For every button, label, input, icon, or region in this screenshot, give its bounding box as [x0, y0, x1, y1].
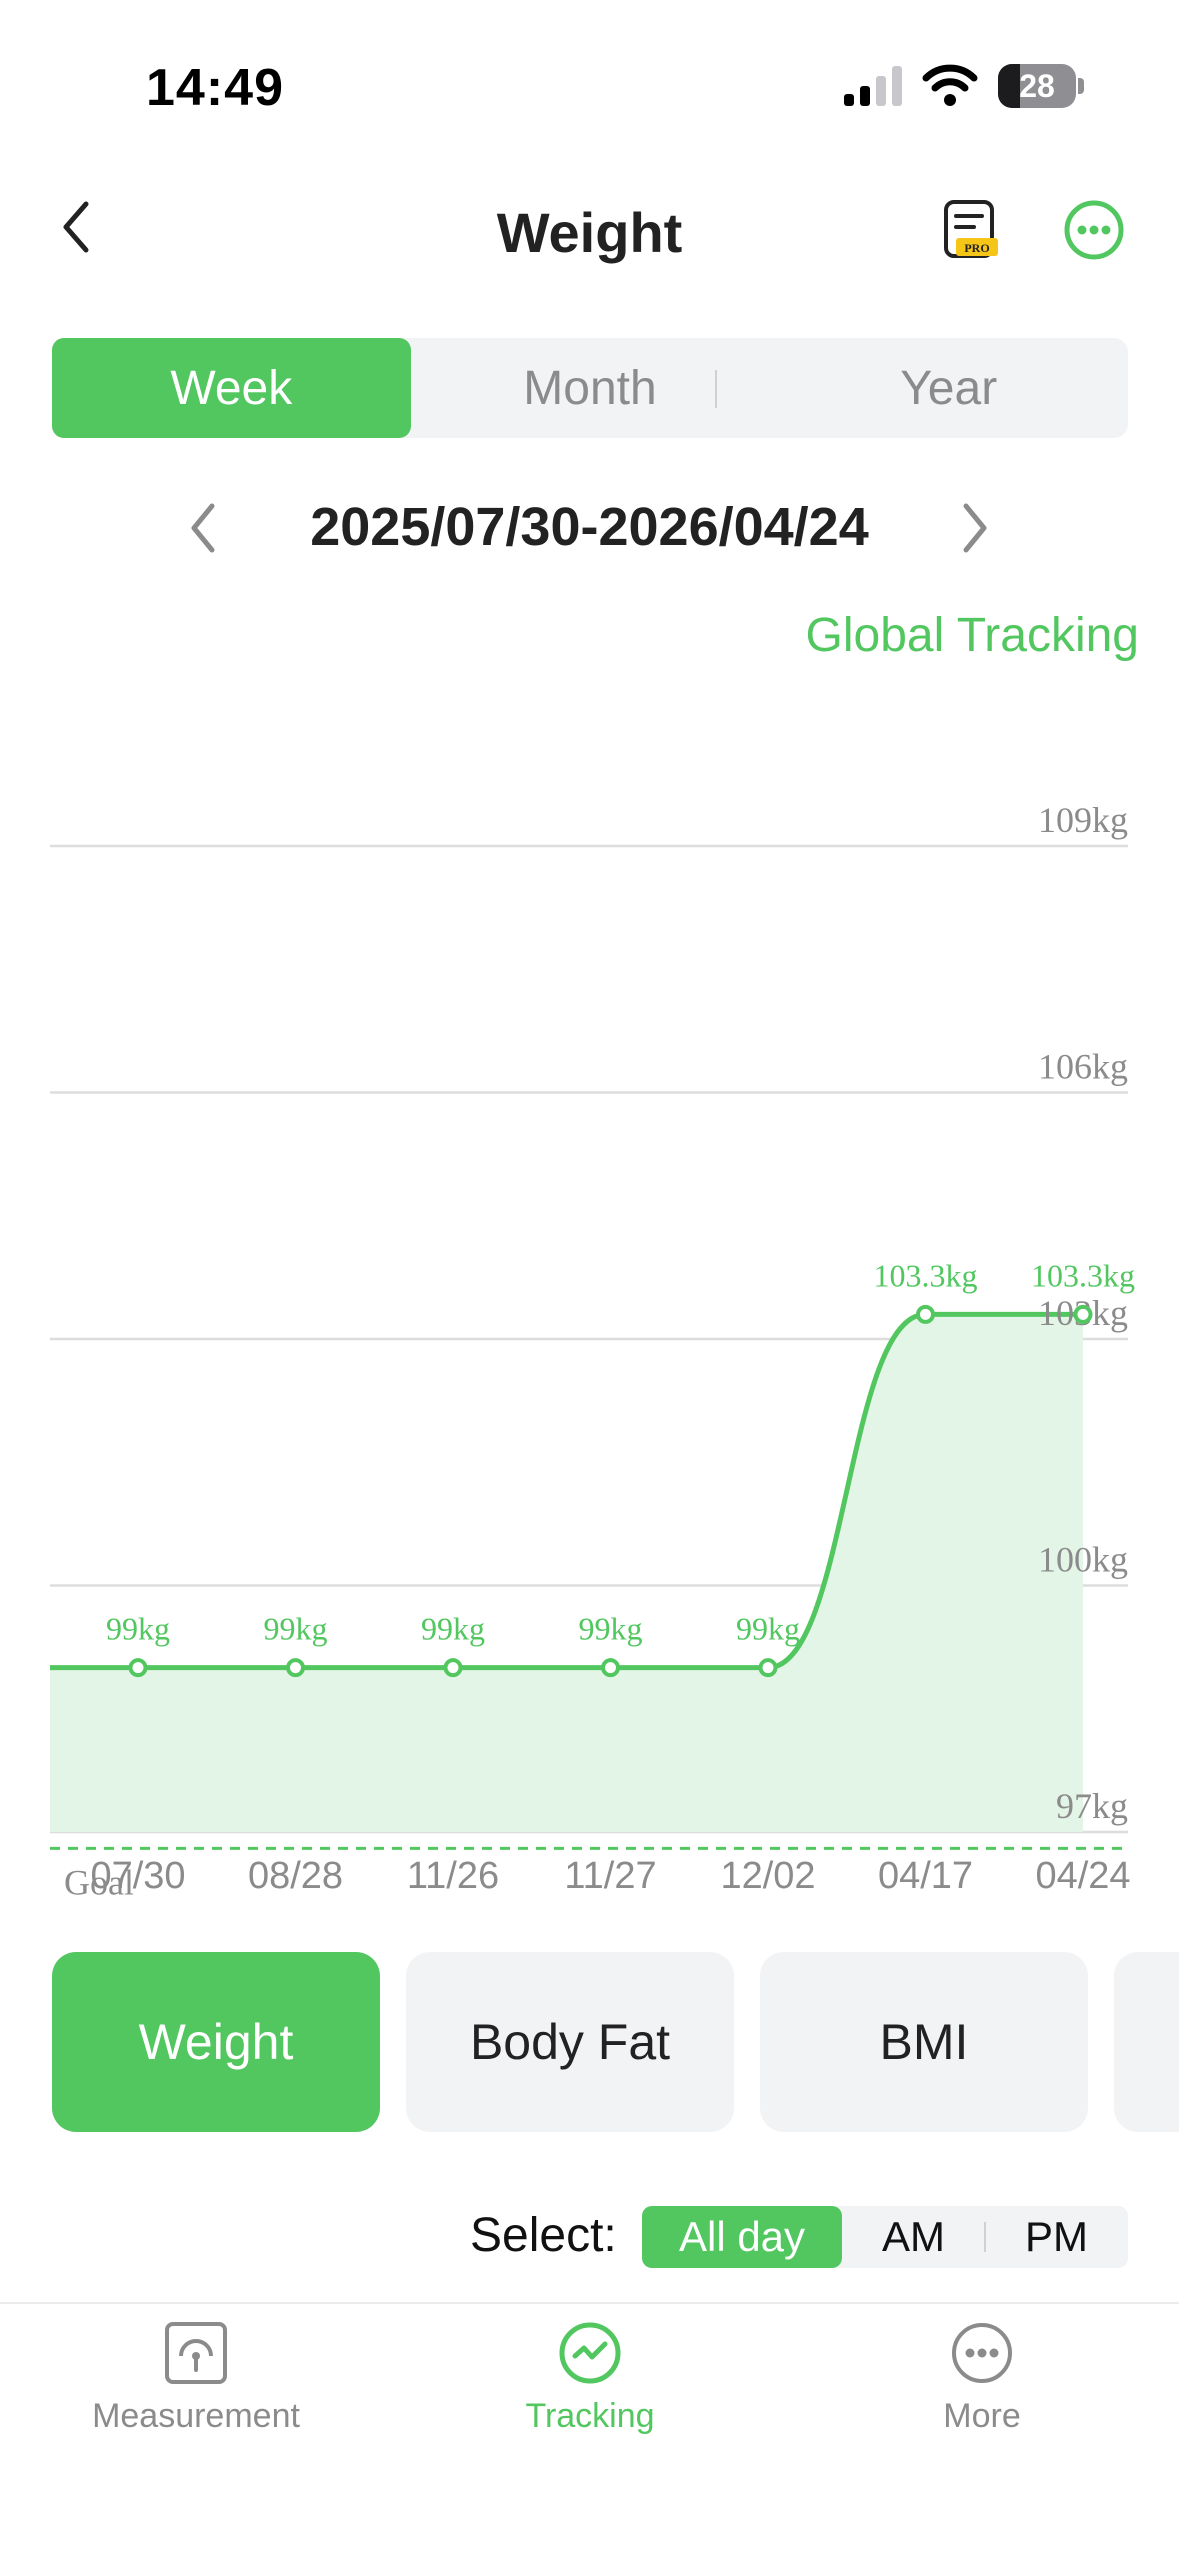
page-title: Weight [496, 201, 683, 264]
data-point[interactable] [128, 1658, 148, 1678]
nav-measurement-label: Measurement [92, 2397, 300, 2435]
select-label: Select: [470, 2209, 617, 2262]
x-tick-label: 08/28 [248, 1855, 343, 1897]
option-pm[interactable]: PM [985, 2206, 1128, 2268]
data-label: 103.3kg [874, 1257, 978, 1293]
time-of-day-selector: All day AM PM [642, 2206, 1128, 2268]
nav-tracking[interactable]: Tracking [440, 2320, 740, 2436]
x-tick-label: 04/24 [1035, 1855, 1130, 1897]
more-options-icon[interactable] [1062, 198, 1126, 262]
x-tick-label: 11/27 [564, 1855, 656, 1897]
more-icon [952, 2323, 1012, 2383]
metric-body-fat-button[interactable]: Body Fat [406, 1952, 734, 2132]
data-label: 99kg [106, 1611, 170, 1647]
status-time: 14:49 [146, 59, 284, 117]
battery-cap [1078, 78, 1084, 94]
y-tick-label: 97kg [1056, 1786, 1128, 1826]
metric-bmi-button[interactable]: BMI [760, 1952, 1088, 2132]
option-all-day[interactable]: All day [642, 2206, 842, 2268]
svg-text:PRO: PRO [964, 241, 989, 255]
tab-week[interactable]: Week [52, 338, 411, 438]
data-point[interactable] [916, 1304, 935, 1324]
bottom-nav-divider [0, 2302, 1179, 2304]
chart-area-fill [50, 1314, 1083, 1832]
period-segmented-control: Week Month Year [52, 338, 1128, 438]
nav-more-label: More [943, 2397, 1021, 2435]
option-am[interactable]: AM [842, 2206, 985, 2268]
data-label: 99kg [736, 1611, 800, 1647]
segment-divider [715, 370, 717, 408]
tracking-icon [559, 2322, 621, 2384]
report-pro-icon[interactable]: PRO [942, 198, 1002, 262]
x-tick-label: 07/30 [90, 1855, 185, 1897]
data-label: 99kg [421, 1611, 485, 1647]
global-tracking-link[interactable]: Global Tracking [806, 608, 1140, 663]
data-label: 103.3kg [1031, 1257, 1135, 1293]
scale-icon [165, 2322, 227, 2384]
metric-next-button-partial[interactable] [1114, 1952, 1179, 2132]
data-label: 99kg [579, 1611, 643, 1647]
date-range: 2025/07/30-2026/04/24 [310, 497, 869, 557]
y-tick-label: 106kg [1038, 1047, 1128, 1087]
weight-chart: Goal 97kg100kg103kg106kg109kg 99kg99kg99… [50, 800, 1135, 1902]
metric-weight-button[interactable]: Weight [52, 1952, 380, 2132]
x-axis-ticks: 07/30 08/28 11/26 11/27 12/02 04/17 04/24 [90, 1855, 1130, 1897]
data-label: 99kg [264, 1611, 328, 1647]
x-tick-label: 11/26 [407, 1855, 499, 1897]
nav-measurement[interactable]: Measurement [46, 2320, 346, 2436]
y-tick-label: 109kg [1038, 800, 1128, 840]
data-point[interactable] [443, 1658, 463, 1678]
next-range-icon[interactable] [958, 500, 992, 556]
nav-more[interactable]: More [832, 2320, 1132, 2436]
wifi-icon [922, 64, 978, 106]
x-tick-label: 04/17 [878, 1855, 973, 1897]
data-point[interactable] [758, 1658, 778, 1678]
y-tick-label: 100kg [1038, 1540, 1128, 1580]
x-tick-label: 12/02 [720, 1855, 815, 1897]
cellular-signal-icon [844, 66, 902, 106]
nav-tracking-label: Tracking [525, 2397, 655, 2435]
option-divider [984, 2222, 986, 2252]
tab-year[interactable]: Year [769, 338, 1128, 438]
data-point[interactable] [286, 1658, 305, 1678]
data-point[interactable] [601, 1658, 620, 1678]
data-point[interactable] [1073, 1304, 1093, 1324]
battery-indicator: 28 [998, 64, 1076, 108]
